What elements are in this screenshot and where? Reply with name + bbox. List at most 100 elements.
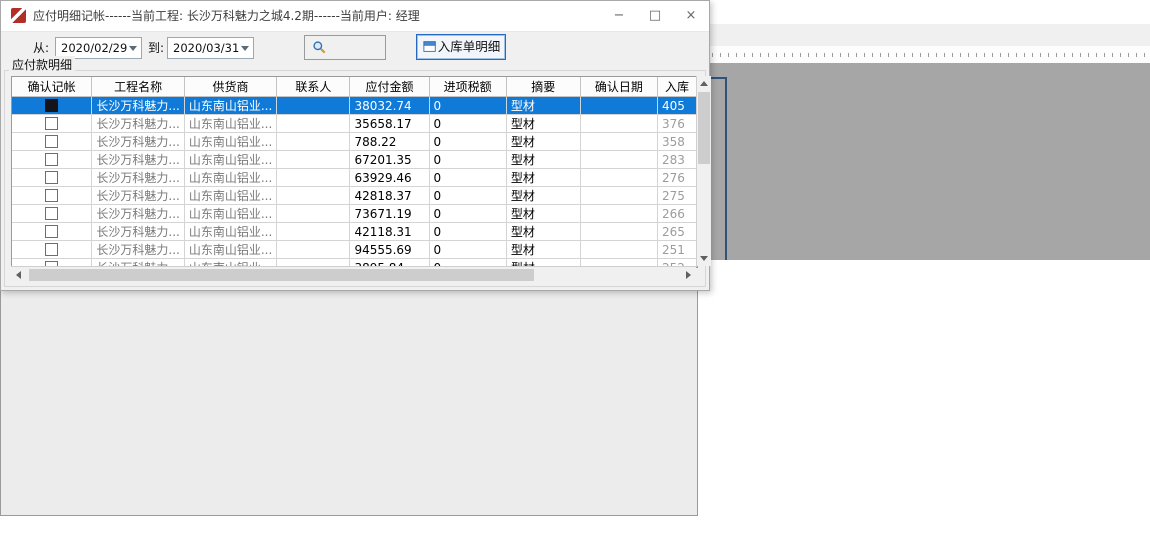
checkbox[interactable] [45,99,58,112]
cell: 山东南山铝业... [184,133,276,151]
horizontal-scrollbar[interactable] [11,266,696,283]
cell: 0 [429,223,506,241]
cell [277,97,350,115]
column-header[interactable]: 进项税额 [429,77,506,97]
cell: 0 [429,115,506,133]
to-date-select[interactable]: 2020/03/31 [167,37,254,59]
column-header[interactable]: 确认日期 [580,77,657,97]
confirm-checkbox-cell[interactable] [12,223,92,241]
cell: 0 [429,241,506,259]
scroll-up-icon[interactable] [700,81,708,86]
checkbox[interactable] [45,135,58,148]
cell: 67201.35 [350,151,429,169]
cell: 42818.37 [350,187,429,205]
table-row[interactable]: 长沙万科魅力...山东南山铝业...38032.740型材405 [12,97,697,115]
cell [580,151,657,169]
close-button[interactable]: × [673,1,709,31]
query-button[interactable]: 查 询 [304,35,386,60]
table-row[interactable]: 长沙万科魅力...山东南山铝业...788.220型材358 [12,133,697,151]
cell: 山东南山铝业... [184,223,276,241]
cell: 长沙万科魅力... [92,133,184,151]
cell: 型材 [506,169,580,187]
table-row[interactable]: 长沙万科魅力...山东南山铝业...42118.310型材265 [12,223,697,241]
scrollbar-thumb[interactable] [29,269,534,281]
inbound-button-label: 入库单明细 [438,39,501,54]
minimize-button[interactable]: − [601,1,637,31]
column-header[interactable]: 确认记帐 [12,77,92,97]
chevron-down-icon [241,46,249,51]
checkbox[interactable] [45,153,58,166]
confirm-checkbox-cell[interactable] [12,133,92,151]
scrollbar-thumb[interactable] [698,92,710,164]
window-title: 应付明细记帐------当前工程: 长沙万科魅力之城4.2期------当前用户… [33,1,420,31]
cell: 长沙万科魅力... [92,223,184,241]
checkbox[interactable] [45,225,58,238]
cell: 长沙万科魅力... [92,187,184,205]
checkbox[interactable] [45,189,58,202]
column-header[interactable]: 供货商 [184,77,276,97]
cell [580,115,657,133]
scroll-down-icon[interactable] [700,256,708,261]
chevron-down-icon [129,46,137,51]
vertical-scrollbar[interactable] [696,76,711,266]
cell: 38032.74 [350,97,429,115]
table-row[interactable]: 长沙万科魅力...山东南山铝业...94555.690型材251 [12,241,697,259]
cell: 长沙万科魅力... [92,97,184,115]
column-header[interactable]: 工程名称 [92,77,184,97]
cell: 358 [658,133,697,151]
cell: 山东南山铝业... [184,241,276,259]
confirm-checkbox-cell[interactable] [12,115,92,133]
search-icon [312,40,327,55]
column-header[interactable]: 应付金额 [350,77,429,97]
inbound-detail-button[interactable]: 入库单明细 [416,34,506,60]
cell: 型材 [506,97,580,115]
grid-window-icon [423,40,437,54]
cell: 型材 [506,187,580,205]
column-header[interactable]: 入库 [658,77,697,97]
confirm-checkbox-cell[interactable] [12,205,92,223]
cell: 275 [658,187,697,205]
cell: 0 [429,133,506,151]
cell [277,223,350,241]
column-header[interactable]: 联系人 [277,77,350,97]
cell [580,97,657,115]
titlebar[interactable]: 应付明细记帐------当前工程: 长沙万科魅力之城4.2期------当前用户… [1,1,709,32]
maximize-button[interactable]: □ [637,1,673,31]
cell: 型材 [506,115,580,133]
cell: 265 [658,223,697,241]
cell: 94555.69 [350,241,429,259]
report-print-window: 报表打印 − □ × X A [0,254,698,516]
cell: 型材 [506,205,580,223]
confirm-checkbox-cell[interactable] [12,169,92,187]
confirm-checkbox-cell[interactable] [12,241,92,259]
cell [277,241,350,259]
cell: 型材 [506,223,580,241]
cell: 山东南山铝业... [184,151,276,169]
checkbox[interactable] [45,207,58,220]
scroll-right-icon[interactable] [686,271,691,279]
to-date-value: 2020/03/31 [173,41,239,55]
confirm-checkbox-cell[interactable] [12,151,92,169]
table-row[interactable]: 长沙万科魅力...山东南山铝业...67201.350型材283 [12,151,697,169]
checkbox[interactable] [45,117,58,130]
payables-detail-window: 应付明细记帐------当前工程: 长沙万科魅力之城4.2期------当前用户… [0,0,710,291]
cell [580,205,657,223]
table-row[interactable]: 长沙万科魅力...山东南山铝业...35658.170型材376 [12,115,697,133]
confirm-checkbox-cell[interactable] [12,187,92,205]
table-row[interactable]: 长沙万科魅力...山东南山铝业...73671.190型材266 [12,205,697,223]
cell: 山东南山铝业... [184,169,276,187]
cell: 型材 [506,241,580,259]
cell: 0 [429,151,506,169]
cell [277,151,350,169]
table-row[interactable]: 长沙万科魅力...山东南山铝业...42818.370型材275 [12,187,697,205]
checkbox[interactable] [45,243,58,256]
cell: 0 [429,169,506,187]
scroll-left-icon[interactable] [16,271,21,279]
table-row[interactable]: 长沙万科魅力...山东南山铝业...63929.460型材276 [12,169,697,187]
checkbox[interactable] [45,171,58,184]
cell: 山东南山铝业... [184,205,276,223]
confirm-checkbox-cell[interactable] [12,97,92,115]
screen: 合同价款签订日期验收日期 计划流水号 应付明细记帐------当前工程: 长沙万… [0,0,1150,542]
column-header[interactable]: 摘要 [506,77,580,97]
cell: 长沙万科魅力... [92,241,184,259]
